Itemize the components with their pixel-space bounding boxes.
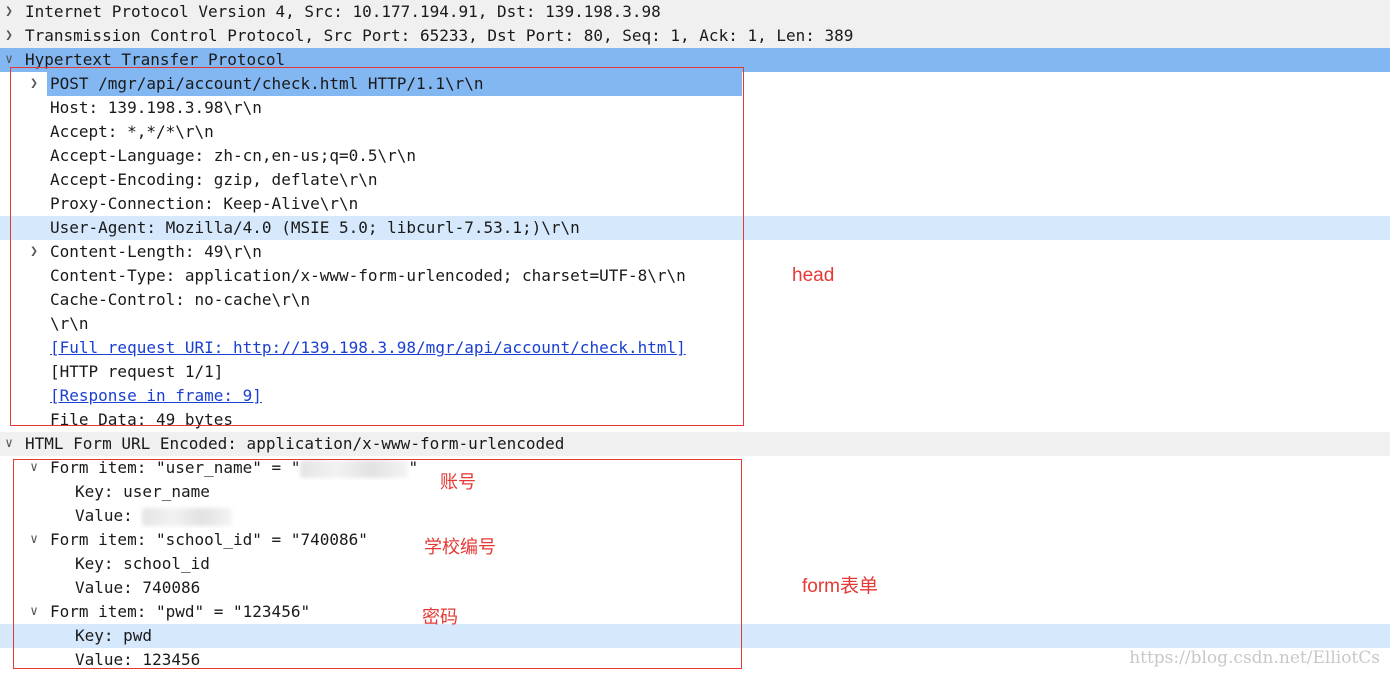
row-label: Form item: "school_id" = "740086" bbox=[50, 530, 368, 549]
row-label: Value: 123456 bbox=[75, 650, 201, 669]
tree-row-content-type[interactable]: Content-Type: application/x-www-form-url… bbox=[0, 264, 1390, 288]
row-label: Accept: *,*/*\r\n bbox=[50, 122, 214, 141]
tree-row-http[interactable]: ∨ Hypertext Transfer Protocol bbox=[0, 48, 1390, 72]
row-label: Content-Length: 49\r\n bbox=[50, 242, 262, 261]
annotation-account: 账号 bbox=[440, 472, 476, 493]
tree-row-crlf[interactable]: \r\n bbox=[0, 312, 1390, 336]
row-label: Key: user_name bbox=[75, 482, 210, 501]
tree-row-value-school-id[interactable]: Value: 740086 bbox=[0, 576, 1390, 600]
row-label: Cache-Control: no-cache\r\n bbox=[50, 290, 311, 309]
tree-row-tcp[interactable]: ❯ Transmission Control Protocol, Src Por… bbox=[0, 24, 1390, 48]
row-label: Transmission Control Protocol, Src Port:… bbox=[25, 26, 854, 45]
tree-row-user-agent[interactable]: User-Agent: Mozilla/4.0 (MSIE 5.0; libcu… bbox=[0, 216, 1390, 240]
row-label: Form item: "user_name" = " " bbox=[50, 456, 418, 480]
chevron-down-icon[interactable]: ∨ bbox=[2, 432, 16, 456]
annotation-password: 密码 bbox=[422, 607, 458, 628]
tree-row-key-user-name[interactable]: Key: user_name bbox=[0, 480, 1390, 504]
annotation-school-id: 学校编号 bbox=[424, 537, 496, 558]
tree-row-request-line[interactable]: ❯ POST /mgr/api/account/check.html HTTP/… bbox=[0, 72, 1390, 96]
chevron-right-icon[interactable]: ❯ bbox=[27, 72, 41, 96]
row-label: HTML Form URL Encoded: application/x-www… bbox=[25, 434, 565, 453]
redacted-value bbox=[300, 459, 409, 478]
tree-row-request-number[interactable]: [HTTP request 1/1] bbox=[0, 360, 1390, 384]
annotation-form: form表单 bbox=[802, 576, 879, 597]
tree-row-form-item-pwd[interactable]: ∨ Form item: "pwd" = "123456" bbox=[0, 600, 1390, 624]
tree-row-form-item-school-id[interactable]: ∨ Form item: "school_id" = "740086" bbox=[0, 528, 1390, 552]
full-request-uri-link[interactable]: [Full request URI: http://139.198.3.98/m… bbox=[50, 336, 686, 360]
tree-row-cache-control[interactable]: Cache-Control: no-cache\r\n bbox=[0, 288, 1390, 312]
tree-row-key-school-id[interactable]: Key: school_id bbox=[0, 552, 1390, 576]
form-item-label: Form item: "user_name" = " bbox=[50, 458, 301, 477]
row-label: Host: 139.198.3.98\r\n bbox=[50, 98, 262, 117]
tree-row-full-request-uri[interactable]: [Full request URI: http://139.198.3.98/m… bbox=[0, 336, 1390, 360]
row-label: Form item: "pwd" = "123456" bbox=[50, 602, 311, 621]
tree-row-host[interactable]: Host: 139.198.3.98\r\n bbox=[0, 96, 1390, 120]
tree-row-response-frame[interactable]: [Response in frame: 9] bbox=[0, 384, 1390, 408]
tree-row-proxy-connection[interactable]: Proxy-Connection: Keep-Alive\r\n bbox=[0, 192, 1390, 216]
chevron-down-icon[interactable]: ∨ bbox=[27, 528, 41, 552]
form-item-label-end: " bbox=[408, 458, 419, 477]
tree-row-accept[interactable]: Accept: *,*/*\r\n bbox=[0, 120, 1390, 144]
chevron-right-icon[interactable]: ❯ bbox=[2, 24, 16, 48]
tree-row-accept-language[interactable]: Accept-Language: zh-cn,en-us;q=0.5\r\n bbox=[0, 144, 1390, 168]
row-label: Hypertext Transfer Protocol bbox=[25, 50, 286, 69]
chevron-right-icon[interactable]: ❯ bbox=[2, 0, 16, 24]
tree-row-content-length[interactable]: ❯ Content-Length: 49\r\n bbox=[0, 240, 1390, 264]
annotation-head: head bbox=[792, 265, 835, 286]
redacted-value bbox=[142, 507, 233, 526]
value-label: Value: bbox=[75, 506, 143, 525]
tree-row-accept-encoding[interactable]: Accept-Encoding: gzip, deflate\r\n bbox=[0, 168, 1390, 192]
row-label: Key: school_id bbox=[75, 554, 210, 573]
tree-row-html-form[interactable]: ∨ HTML Form URL Encoded: application/x-w… bbox=[0, 432, 1390, 456]
row-label: Content-Type: application/x-www-form-url… bbox=[50, 266, 686, 285]
row-label: Key: pwd bbox=[75, 626, 153, 645]
tree-row-form-item-user-name[interactable]: ∨ Form item: "user_name" = " " bbox=[0, 456, 1390, 480]
row-label: Accept-Language: zh-cn,en-us;q=0.5\r\n bbox=[50, 146, 417, 165]
tree-row-ipv4[interactable]: ❯ Internet Protocol Version 4, Src: 10.1… bbox=[0, 0, 1390, 24]
response-frame-link[interactable]: [Response in frame: 9] bbox=[50, 384, 262, 408]
tree-row-file-data[interactable]: File Data: 49 bytes bbox=[0, 408, 1390, 432]
chevron-right-icon[interactable]: ❯ bbox=[27, 240, 41, 264]
row-label: Value: bbox=[75, 504, 233, 528]
row-label: File Data: 49 bytes bbox=[50, 410, 234, 429]
watermark: https://blog.csdn.net/ElliotCs bbox=[1129, 648, 1380, 668]
row-label: User-Agent: Mozilla/4.0 (MSIE 5.0; libcu… bbox=[50, 218, 580, 237]
tree-row-key-pwd[interactable]: Key: pwd bbox=[0, 624, 1390, 648]
row-label: Proxy-Connection: Keep-Alive\r\n bbox=[50, 194, 359, 213]
chevron-down-icon[interactable]: ∨ bbox=[27, 600, 41, 624]
row-label: [HTTP request 1/1] bbox=[50, 362, 224, 381]
chevron-down-icon[interactable]: ∨ bbox=[27, 456, 41, 480]
tree-row-value-user-name[interactable]: Value: bbox=[0, 504, 1390, 528]
row-label: Accept-Encoding: gzip, deflate\r\n bbox=[50, 170, 378, 189]
row-label: Internet Protocol Version 4, Src: 10.177… bbox=[25, 2, 661, 21]
row-label: Value: 740086 bbox=[75, 578, 201, 597]
chevron-down-icon[interactable]: ∨ bbox=[2, 48, 16, 72]
packet-details-tree: ❯ Internet Protocol Version 4, Src: 10.1… bbox=[0, 0, 1390, 672]
row-label: POST /mgr/api/account/check.html HTTP/1.… bbox=[50, 74, 484, 93]
row-label: \r\n bbox=[50, 314, 89, 333]
